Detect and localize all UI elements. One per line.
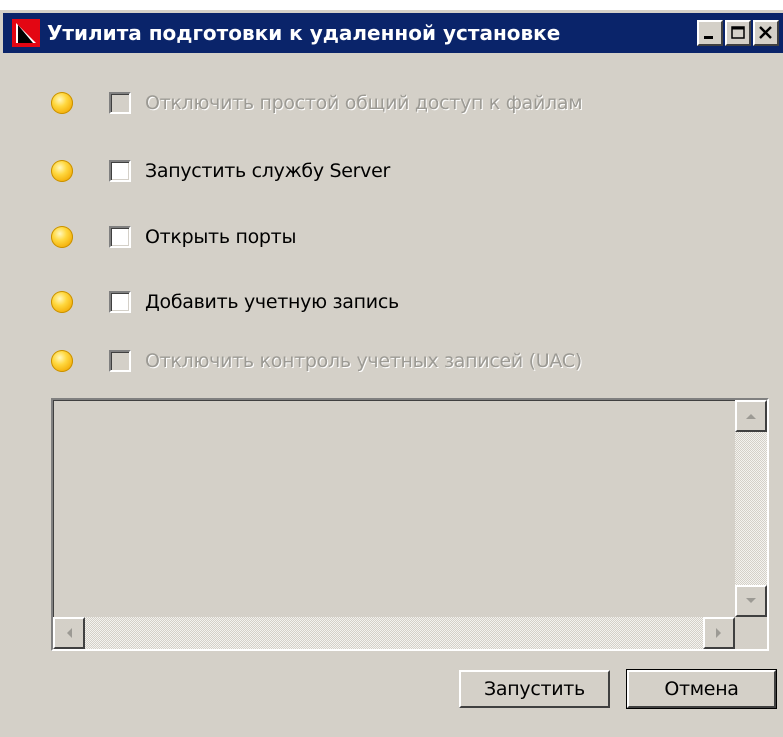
kaspersky-app-icon bbox=[11, 18, 41, 48]
minimize-icon[interactable] bbox=[697, 20, 723, 46]
option-row-open-ports: Открыть порты bbox=[51, 222, 296, 252]
checkbox-start-server[interactable] bbox=[109, 160, 131, 182]
run-button[interactable]: Запустить bbox=[459, 670, 610, 708]
arrow-down-icon bbox=[746, 598, 756, 603]
checkbox-disable-uac[interactable] bbox=[109, 350, 131, 372]
vertical-scrollbar[interactable] bbox=[735, 400, 767, 617]
horizontal-scrollbar[interactable] bbox=[53, 617, 735, 649]
scroll-left-button[interactable] bbox=[53, 617, 85, 649]
yellow-bulb-icon bbox=[51, 92, 73, 114]
option-row-disable-file-sharing: Отключить простой общий доступ к файлам bbox=[51, 88, 583, 118]
dialog-window: Утилита подготовки к удаленной установке… bbox=[0, 10, 783, 737]
yellow-bulb-icon bbox=[51, 291, 73, 313]
maximize-icon[interactable] bbox=[725, 20, 751, 46]
checkbox-add-account[interactable] bbox=[109, 291, 131, 313]
option-row-start-server: Запустить службу Server bbox=[51, 156, 390, 186]
option-label[interactable]: Запустить службу Server bbox=[145, 160, 390, 182]
arrow-up-icon bbox=[746, 414, 756, 419]
option-label: Отключить простой общий доступ к файлам bbox=[145, 92, 583, 114]
option-label[interactable]: Открыть порты bbox=[145, 226, 296, 248]
title-bar[interactable]: Утилита подготовки к удаленной установке bbox=[3, 13, 783, 53]
option-row-add-account: Добавить учетную запись bbox=[51, 287, 399, 317]
arrow-right-icon bbox=[716, 628, 721, 638]
arrow-left-icon bbox=[67, 628, 72, 638]
option-label[interactable]: Добавить учетную запись bbox=[145, 291, 399, 313]
yellow-bulb-icon bbox=[51, 160, 73, 182]
scroll-right-button[interactable] bbox=[703, 617, 735, 649]
scroll-down-button[interactable] bbox=[735, 585, 767, 617]
window-title: Утилита подготовки к удаленной установке bbox=[47, 21, 561, 45]
yellow-bulb-icon bbox=[51, 226, 73, 248]
close-icon[interactable] bbox=[753, 20, 779, 46]
log-output[interactable] bbox=[51, 398, 769, 651]
scrollbar-corner bbox=[735, 617, 767, 649]
option-row-disable-uac: Отключить контроль учетных записей (UAC) bbox=[51, 346, 582, 376]
checkbox-disable-file-sharing[interactable] bbox=[109, 92, 131, 114]
checkbox-open-ports[interactable] bbox=[109, 226, 131, 248]
scroll-up-button[interactable] bbox=[735, 400, 767, 432]
option-label: Отключить контроль учетных записей (UAC) bbox=[145, 350, 582, 372]
yellow-bulb-icon bbox=[51, 350, 73, 372]
cancel-button[interactable]: Отмена bbox=[626, 669, 777, 709]
